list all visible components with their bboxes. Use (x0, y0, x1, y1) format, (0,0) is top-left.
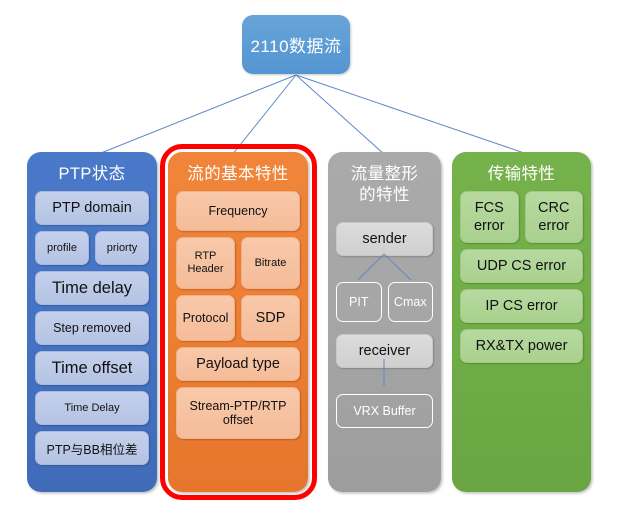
item-label: profile (47, 242, 77, 254)
item-vrx-buffer[interactable]: VRX Buffer (336, 394, 433, 428)
item-label: priorty (106, 242, 138, 254)
item-label: Cmax (393, 295, 427, 309)
item-ptp-bb-phase-difference[interactable]: PTP与BB相位差 (35, 431, 149, 465)
item-label: RX&TX power (475, 338, 568, 354)
item-priorty[interactable]: priorty (95, 231, 149, 265)
column-body-ptp-status: PTP domain profile priorty Time delay St… (35, 191, 149, 465)
item-row-pit-cmax: PIT Cmax (336, 282, 433, 322)
diagram-canvas: 2110数据流 PTP状态 PTP domain profile priorty… (0, 0, 618, 508)
root-node-label: 2110数据流 (250, 37, 342, 56)
item-time-delay[interactable]: Time delay (35, 271, 149, 305)
item-label: Time offset (51, 358, 133, 377)
column-body-traffic-shaping-characteristics: sender PIT Cmax receiver VRX Buffer (336, 222, 433, 428)
item-fcs-error[interactable]: FCS error (460, 191, 519, 243)
item-time-offset[interactable]: Time offset (35, 351, 149, 385)
item-pit[interactable]: PIT (336, 282, 382, 322)
column-transmission-characteristics[interactable]: 传输特性 FCS error CRC error UDP CS error IP… (452, 152, 591, 492)
item-label: Time Delay (64, 402, 120, 414)
highlight-outline-stream-column (160, 144, 317, 500)
item-label: receiver (358, 343, 411, 359)
item-row-fcs-crc-error: FCS error CRC error (460, 191, 583, 243)
column-title-ptp-status: PTP状态 (58, 165, 126, 183)
item-step-removed[interactable]: Step removed (35, 311, 149, 345)
item-label: CRC error (538, 200, 570, 234)
item-cmax[interactable]: Cmax (387, 282, 433, 322)
item-sender[interactable]: sender (336, 222, 433, 256)
column-title-traffic-shaping-characteristics: 流量整形 的特性 (336, 159, 433, 212)
item-row-profile-priorty: profile priorty (35, 231, 149, 265)
item-label: VRX Buffer (353, 404, 416, 418)
item-rx-tx-power[interactable]: RX&TX power (460, 329, 583, 363)
item-label: sender (362, 231, 407, 247)
item-label: PTP与BB相位差 (46, 442, 138, 457)
column-body-transmission-characteristics: FCS error CRC error UDP CS error IP CS e… (460, 191, 583, 363)
item-label: UDP CS error (476, 258, 567, 274)
item-profile[interactable]: profile (35, 231, 89, 265)
item-label: PTP domain (52, 200, 132, 216)
item-label: FCS error (473, 200, 505, 234)
item-time-delay-2[interactable]: Time Delay (35, 391, 149, 425)
item-label: Time delay (51, 278, 133, 297)
column-title-transmission-characteristics: 传输特性 (487, 165, 556, 183)
item-label: PIT (349, 295, 369, 309)
item-label: Step removed (53, 321, 131, 335)
root-node[interactable]: 2110数据流 (242, 15, 350, 74)
item-label: IP CS error (485, 298, 558, 314)
item-udp-cs-error[interactable]: UDP CS error (460, 249, 583, 283)
column-traffic-shaping-characteristics[interactable]: 流量整形 的特性 sender PIT Cmax receiver VRX Bu… (328, 152, 441, 492)
item-receiver[interactable]: receiver (336, 334, 433, 368)
column-title-line1: 流量整形 (350, 165, 419, 183)
item-ip-cs-error[interactable]: IP CS error (460, 289, 583, 323)
column-title-line2: 的特性 (359, 186, 410, 204)
item-ptp-domain[interactable]: PTP domain (35, 191, 149, 225)
column-ptp-status[interactable]: PTP状态 PTP domain profile priorty Time de… (27, 152, 157, 492)
item-crc-error[interactable]: CRC error (524, 191, 583, 243)
